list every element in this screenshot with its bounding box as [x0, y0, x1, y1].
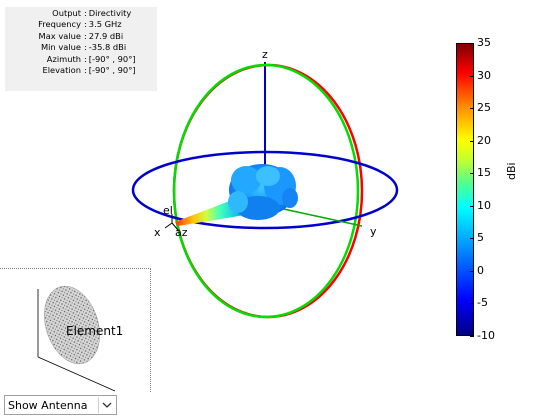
- element-label: Element1: [66, 324, 124, 338]
- show-antenna-dropdown[interactable]: Show Antenna: [4, 395, 117, 415]
- colorbar-tick-mark: [470, 75, 474, 77]
- x-axis-label: x: [154, 226, 161, 239]
- colorbar-tick-mark: [470, 140, 474, 142]
- colorbar-unit-label: dBi: [505, 162, 518, 180]
- colorbar-tick-mark: [470, 336, 474, 337]
- colorbar: [456, 43, 474, 336]
- el-axis-label: el: [163, 204, 173, 217]
- colorbar-tick-label: 10: [477, 198, 491, 212]
- colorbar-tick-label: -10: [477, 329, 495, 342]
- colorbar-tick-mark: [470, 270, 474, 272]
- z-axis-label: z: [262, 48, 268, 61]
- colorbar-tick-label: 5: [477, 231, 484, 245]
- colorbar-tick-label: -5: [477, 296, 488, 310]
- colorbar-tick-label: 15: [477, 166, 491, 180]
- y-axis-label: y: [370, 225, 377, 238]
- az-axis-label: az: [175, 226, 188, 239]
- colorbar-tick-mark: [470, 108, 474, 110]
- colorbar-tick-label: 30: [477, 68, 491, 82]
- colorbar-tick-label: 20: [477, 133, 491, 147]
- pattern-body: [228, 164, 298, 220]
- colorbar-tick-label: 25: [477, 101, 491, 115]
- colorbar-tick-mark: [470, 303, 474, 305]
- chevron-down-icon[interactable]: [98, 397, 115, 413]
- colorbar-tick-mark: [470, 238, 474, 240]
- colorbar-tick-mark: [470, 205, 474, 207]
- colorbar-tick-label: 35: [477, 36, 491, 49]
- colorbar-tick-label: 0: [477, 263, 484, 277]
- colorbar-tick-mark: [470, 173, 474, 175]
- colorbar-tick-mark: [470, 43, 474, 44]
- antenna-element-panel: Element1: [0, 268, 151, 392]
- x-axis: [164, 222, 173, 229]
- dropdown-selected-value: Show Antenna: [8, 398, 88, 412]
